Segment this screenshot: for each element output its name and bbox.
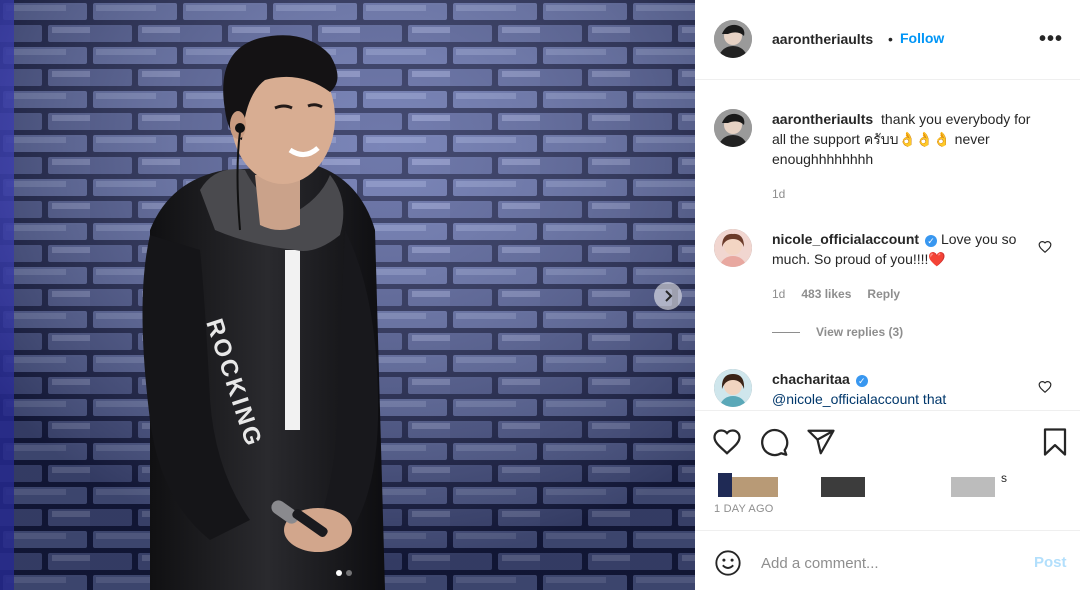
share-icon[interactable] [806,427,836,457]
carousel-dot-1 [336,570,342,576]
verified-badge-icon: ✓ [925,235,938,247]
comment-text[interactable]: @nicole_officialaccount that [772,391,946,407]
emoji-icon[interactable] [714,549,742,577]
comment-body: nicole_officialaccount ✓ Love you so much… [772,229,1042,269]
follow-button[interactable]: Follow [900,30,944,46]
post-header: aarontheriaults • Follow ••• [695,0,1080,80]
author-username[interactable]: aarontheriaults [772,31,873,47]
caption-avatar-image [714,109,752,147]
comment-avatar-image [714,229,752,267]
post-photo[interactable]: ROCKING [0,0,695,590]
comment-body: chacharitaa ✓ @nicole_officialaccount tha… [772,369,1042,409]
comment-reply-button[interactable]: Reply [867,287,900,301]
comment-username[interactable]: nicole_officialaccount [772,231,919,247]
caption-meta: 1d [772,187,785,201]
view-replies-button[interactable]: View replies (3) [772,325,903,339]
comment-avatar-image [714,369,752,407]
carousel-indicator [336,570,352,576]
comments-list[interactable]: aarontheriaults thank you everybody for … [695,81,1080,410]
comment-time[interactable]: 1d [772,287,785,301]
bookmark-icon[interactable] [1040,427,1070,457]
caption-username[interactable]: aarontheriaults [772,111,873,127]
comment-icon[interactable] [759,427,789,457]
chevron-right-icon [665,290,673,302]
liker-avatar-blur [718,473,732,497]
caption-body: aarontheriaults thank you everybody for … [772,109,1042,169]
comment-like-heart-icon[interactable] [1038,380,1052,394]
heart-icon[interactable] [712,427,742,457]
redacted-count-blur [951,477,995,497]
comment-like-heart-icon[interactable] [1038,240,1052,254]
author-avatar-image [714,20,752,58]
add-comment-bar: Post [695,530,1080,590]
redacted-name-blur [732,477,778,497]
carousel-dot-2 [346,570,352,576]
post-comment-button[interactable]: Post [1034,554,1067,571]
view-replies-divider [772,331,800,333]
caption-time[interactable]: 1d [772,187,785,201]
redacted-name-blur [821,477,865,497]
likes-summary[interactable]: s [714,471,1044,497]
author-avatar[interactable] [714,20,752,58]
more-options-icon[interactable]: ••• [1039,28,1063,51]
carousel-next-button[interactable] [654,282,682,310]
comment-avatar[interactable] [714,229,752,267]
stage-photo-image: ROCKING [0,0,695,590]
caption-avatar[interactable] [714,109,752,147]
likes-partial-text: s [1001,471,1007,485]
post-timestamp[interactable]: 1 DAY AGO [714,503,773,515]
comment-input[interactable] [761,549,1021,577]
post-actions: s 1 DAY AGO [695,410,1080,530]
post-side-panel: aarontheriaults • Follow ••• aarontheria… [695,0,1080,590]
header-separator: • [888,31,893,47]
view-replies-label: View replies (3) [816,325,904,339]
comment-avatar[interactable] [714,369,752,407]
comment-username[interactable]: chacharitaa [772,371,850,387]
comment-meta: 1d 483 likes Reply [772,287,900,301]
verified-badge-icon: ✓ [855,375,868,387]
comment-likes[interactable]: 483 likes [801,287,851,301]
